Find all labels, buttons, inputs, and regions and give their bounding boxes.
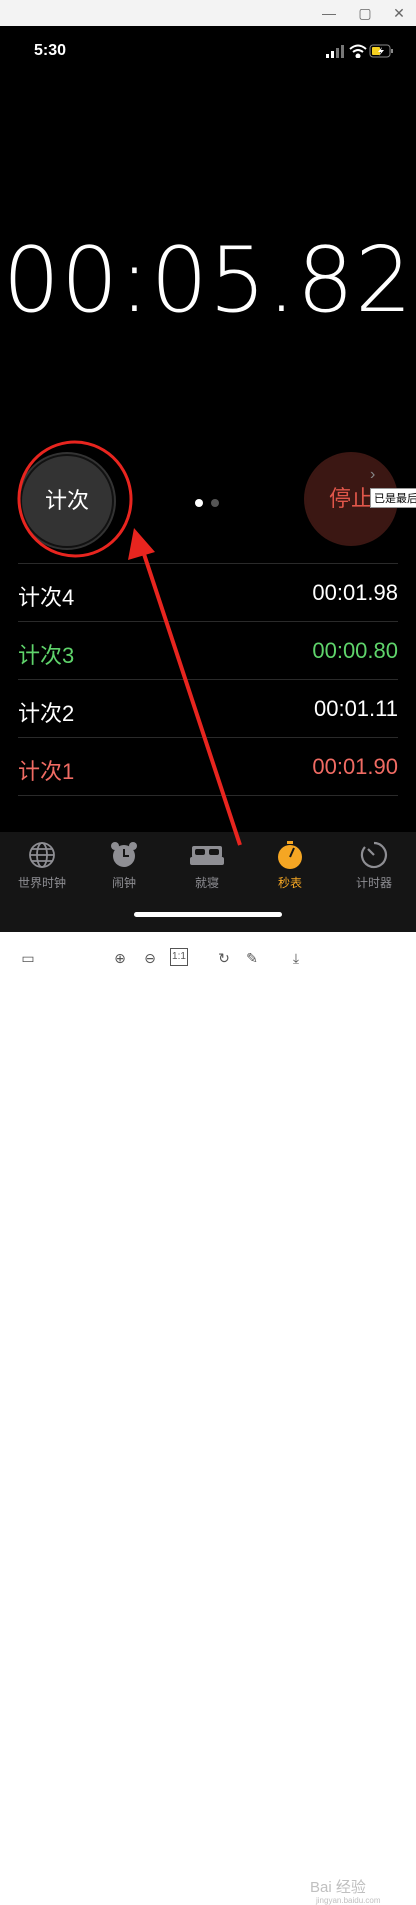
alarm-clock-icon xyxy=(111,842,137,867)
lap-label: 计次3 xyxy=(18,643,75,668)
globe-icon xyxy=(29,842,55,868)
minimize-icon[interactable]: — xyxy=(320,4,338,22)
tab-label: 计时器 xyxy=(355,876,392,890)
rotate-icon[interactable]: ↻ xyxy=(214,948,234,968)
phone-screen: 5:30 00:05.82 计次 停止 › 已是最后 计次4 00:01.98 xyxy=(0,26,416,932)
tab-bar: 世界时钟 闹钟 就寝 秒表 计时器 xyxy=(0,832,416,932)
lap-time: 00:00.80 xyxy=(312,638,398,663)
battery-icon xyxy=(369,44,393,58)
tab-alarm[interactable]: 闹钟 xyxy=(84,840,164,891)
viewer-toolbar: ▭ ⊕ ⊖ 1:1 ↻ ✎ ⤓ Bai 经验 jingyan.baidu.com xyxy=(0,932,416,1905)
tab-stopwatch[interactable]: 秒表 xyxy=(250,840,330,891)
lap-label: 计次1 xyxy=(18,759,75,784)
tab-label: 秒表 xyxy=(277,876,302,890)
watermark: Bai 经验 xyxy=(310,1879,366,1896)
lap-button[interactable]: 计次 xyxy=(20,454,114,548)
thumbnail-icon[interactable]: ▭ xyxy=(18,948,38,968)
signal-icon xyxy=(326,45,344,58)
lap-list: 计次4 00:01.98 计次3 00:00.80 计次2 00:01.11 计… xyxy=(0,563,416,796)
lap-time: 00:01.98 xyxy=(312,580,398,605)
tab-label: 世界时钟 xyxy=(17,876,66,890)
tab-bedtime[interactable]: 就寝 xyxy=(167,840,247,891)
lap-row: 计次3 00:00.80 xyxy=(18,621,398,679)
watermark-url: jingyan.baidu.com xyxy=(316,1896,381,1905)
tab-label: 就寝 xyxy=(194,876,219,890)
bed-icon xyxy=(190,846,224,865)
actual-size-icon[interactable]: 1:1 xyxy=(170,948,188,966)
chevron-right-icon: › xyxy=(370,466,376,483)
timer-icon xyxy=(360,841,387,869)
edit-pencil-icon[interactable]: ✎ xyxy=(242,948,262,968)
home-indicator[interactable] xyxy=(134,912,282,917)
lap-time: 00:01.11 xyxy=(313,696,398,721)
wifi-icon xyxy=(349,44,367,58)
download-icon[interactable]: ⤓ xyxy=(286,948,306,968)
status-time: 5:30 xyxy=(34,42,67,59)
status-icons xyxy=(326,44,393,58)
close-icon[interactable]: ✕ xyxy=(390,4,408,22)
lap-label: 计次4 xyxy=(18,585,75,610)
lap-time: 00:01.90 xyxy=(312,754,398,779)
maximize-icon[interactable]: ▢ xyxy=(356,4,374,22)
lap-row: 计次4 00:01.98 xyxy=(18,563,398,621)
lap-row: 计次1 00:01.90 xyxy=(18,737,398,796)
lap-row: 计次2 00:01.11 xyxy=(18,679,398,737)
page-indicator[interactable] xyxy=(195,494,227,512)
tooltip: 已是最后 xyxy=(370,488,416,508)
zoom-out-icon[interactable]: ⊖ xyxy=(140,948,160,968)
window-titlebar: — ▢ ✕ xyxy=(0,0,416,26)
page-dot-active xyxy=(195,499,203,507)
tab-label: 闹钟 xyxy=(111,876,136,890)
tab-world-clock[interactable]: 世界时钟 xyxy=(2,840,82,891)
stopwatch-icon xyxy=(278,841,302,869)
tab-timer[interactable]: 计时器 xyxy=(334,840,414,891)
zoom-in-icon[interactable]: ⊕ xyxy=(110,948,130,968)
lap-label: 计次2 xyxy=(18,701,75,726)
stopwatch-display: 00:05.82 xyxy=(2,228,414,333)
page-dot xyxy=(211,499,219,507)
